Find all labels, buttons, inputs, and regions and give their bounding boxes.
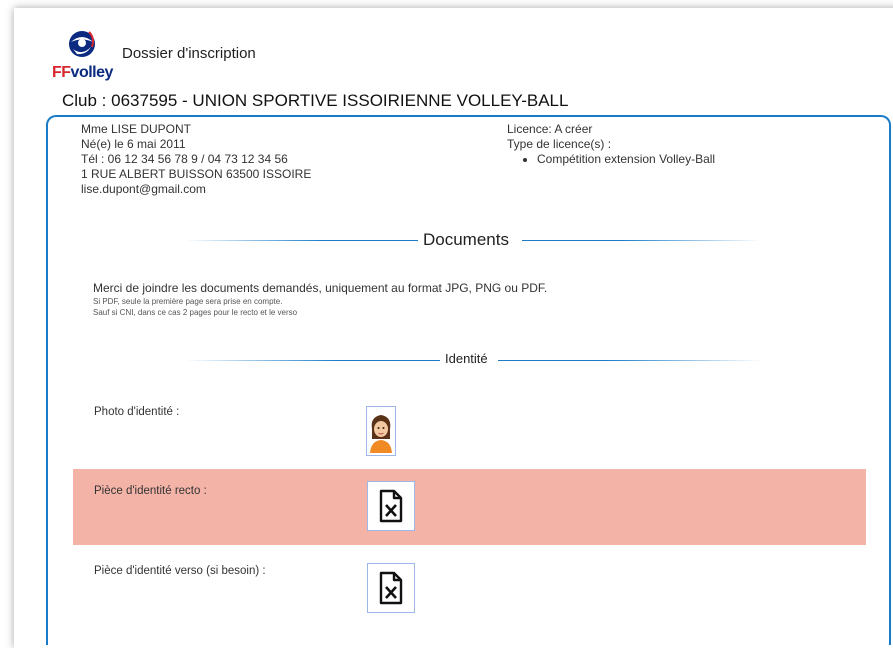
piece-identite-verso-label: Pièce d'identité verso (si besoin) : xyxy=(94,565,266,577)
identite-separator-right xyxy=(498,360,763,361)
documents-note-cni: Sauf si CNI, dans ce cas 2 pages pour le… xyxy=(93,308,298,317)
person-phone: Tél : 06 12 34 56 78 9 / 04 73 12 34 56 xyxy=(81,152,288,166)
licence-type-item: Compétition extension Volley-Ball xyxy=(537,152,715,167)
ffvolley-wordmark: FFvolley xyxy=(52,64,113,81)
piece-identite-recto-upload[interactable] xyxy=(367,481,415,531)
missing-document-icon xyxy=(379,489,403,523)
person-info: Mme LISE DUPONT Né(e) le 6 mai 2011 Tél … xyxy=(81,122,311,197)
identite-separator-left xyxy=(185,360,440,361)
club-title: Club : 0637595 - UNION SPORTIVE ISSOIRIE… xyxy=(62,91,569,110)
piece-identite-recto-row xyxy=(73,469,866,545)
documents-separator-left xyxy=(185,240,418,241)
person-email: lise.dupont@gmail.com xyxy=(81,182,206,196)
licence-info: Licence: A créer Type de licence(s) : Co… xyxy=(507,122,715,167)
licence-status: Licence: A créer xyxy=(507,122,593,136)
piece-identite-recto-label: Pièce d'identité recto : xyxy=(94,485,207,497)
documents-section-title: Documents xyxy=(423,230,509,249)
person-name: Mme LISE DUPONT xyxy=(81,122,192,136)
person-birth: Né(e) le 6 mai 2011 xyxy=(81,137,186,151)
licence-types-label: Type de licence(s) : xyxy=(507,137,612,151)
licence-types-list: Compétition extension Volley-Ball xyxy=(507,152,715,167)
documents-separator-right xyxy=(522,240,762,241)
photo-identite-label: Photo d'identité : xyxy=(94,406,180,418)
documents-intro: Merci de joindre les documents demandés,… xyxy=(93,281,548,295)
photo-identite-upload[interactable] xyxy=(366,406,396,456)
documents-note-pdf: Si PDF, seule la première page sera pris… xyxy=(93,297,283,306)
avatar-photo-icon xyxy=(367,407,395,455)
person-address: 1 RUE ALBERT BUISSON 63500 ISSOIRE xyxy=(81,167,312,181)
page-title: Dossier d'inscription xyxy=(122,45,256,62)
missing-document-icon xyxy=(379,571,403,605)
piece-identite-verso-upload[interactable] xyxy=(367,563,415,613)
identite-section-title: Identité xyxy=(445,351,488,366)
